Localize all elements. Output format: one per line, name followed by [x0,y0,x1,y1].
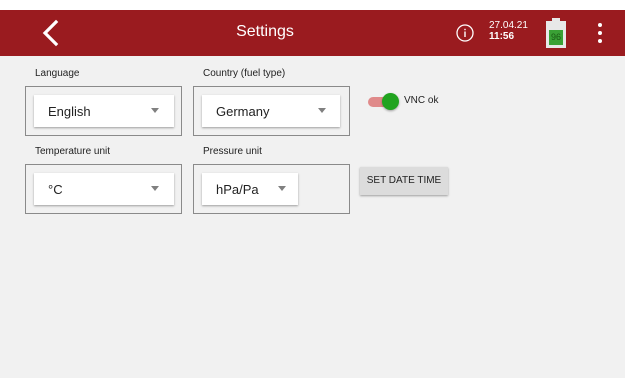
vnc-status-label: VNC ok [404,95,439,106]
language-field: English [25,86,182,136]
set-date-time-button[interactable]: SET DATE TIME [360,167,448,195]
pressure-dropdown[interactable]: hPa/Pa [202,173,298,205]
battery-level-text: 96 [549,30,563,45]
pressure-label: Pressure unit [203,146,262,157]
date-time-display: 27.04.21 11:56 [489,20,528,42]
chevron-down-icon [151,108,159,113]
more-vert-icon[interactable] [594,21,606,45]
chevron-down-icon [278,186,286,191]
language-value: English [48,104,91,119]
battery-body: 96 [546,21,566,48]
page-title: Settings [236,23,294,40]
info-icon[interactable] [455,23,475,43]
settings-screen: Settings 27.04.21 11:56 96 Language Engl… [0,0,625,378]
country-dropdown[interactable]: Germany [202,95,340,127]
status-strip [0,0,625,10]
back-icon[interactable] [36,16,64,50]
temperature-label: Temperature unit [35,146,111,157]
pressure-value: hPa/Pa [216,182,259,197]
toggle-knob [382,93,399,110]
temperature-value: °C [48,182,63,197]
country-field: Germany [193,86,350,136]
time-text: 11:56 [489,31,515,42]
date-text: 27.04.21 [489,20,528,31]
temperature-dropdown[interactable]: °C [34,173,174,205]
chevron-down-icon [151,186,159,191]
language-label: Language [35,68,80,79]
country-label: Country (fuel type) [203,68,286,79]
app-bar: Settings 27.04.21 11:56 96 [0,10,625,56]
pressure-field: hPa/Pa [193,164,350,214]
temperature-field: °C [25,164,182,214]
vnc-toggle[interactable] [368,93,400,111]
battery-icon: 96 [546,18,566,48]
language-dropdown[interactable]: English [34,95,174,127]
country-value: Germany [216,104,270,119]
chevron-down-icon [318,108,326,113]
